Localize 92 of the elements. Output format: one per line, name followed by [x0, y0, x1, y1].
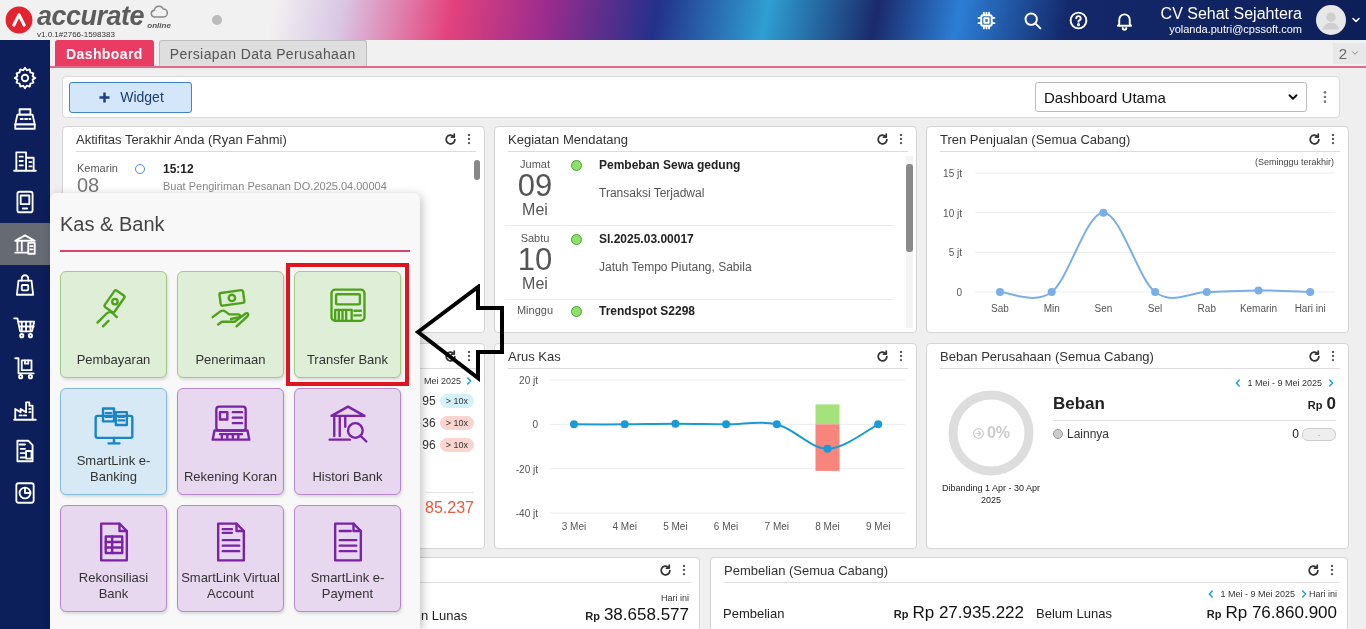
axis-label: 9 Mei: [865, 521, 891, 532]
menu-tile[interactable]: Transfer Bank: [294, 271, 401, 378]
brand-subtext: online: [147, 21, 171, 30]
version-text: v1.0.1#2766-1598383: [37, 29, 116, 39]
axis-label: -40 jt: [515, 508, 538, 519]
date-number: 09: [517, 171, 553, 201]
axis-label: Sen: [1094, 303, 1113, 314]
date-range: 1 Mei - 9 Mei 2025: [1247, 378, 1322, 388]
axis-label: 10 jt: [943, 207, 962, 219]
event-title: SI.2025.03.00017: [599, 232, 695, 246]
add-widget-button[interactable]: Widget: [69, 81, 192, 113]
menu-tile[interactable]: Rekening Koran: [177, 388, 284, 495]
amount-text: 95: [422, 394, 436, 408]
currency-label: Rp: [893, 608, 909, 620]
currency-label: Rp: [585, 610, 600, 622]
menu-tile[interactable]: SmartLink e-Payment: [294, 505, 401, 612]
ratio-badge: > 10x: [439, 416, 474, 430]
expense-amount: 0: [1326, 394, 1336, 414]
menu-tile[interactable]: SmartLink Virtual Account: [177, 505, 284, 612]
axis-label: 15 jt: [943, 168, 962, 179]
axis-label: 7 Mei: [764, 521, 790, 532]
month-label: Mei: [522, 275, 548, 293]
widget-title: Kegiatan Mendatang: [508, 131, 629, 147]
axis-label: Kemarin: [1239, 303, 1278, 314]
axis-label: 5 Mei: [663, 521, 688, 532]
event-subtitle: Transaksi Terjadwal: [599, 186, 706, 200]
ratio-badge: > 10x: [439, 438, 474, 452]
widget-title: Tren Penjualan (Semua Cabang): [940, 131, 1132, 147]
event-title: Pembeban Sewa gedung: [599, 158, 741, 172]
axis-label: Rab: [1197, 303, 1216, 314]
brand-name: accurate: [37, 1, 145, 30]
day-label: Kemarin: [77, 162, 118, 175]
axis-label: 0: [956, 287, 962, 298]
widget-title: Aktifitas Terakhir Anda (Ryan Fahmi): [76, 131, 288, 147]
event-title: Trendspot S2298: [599, 304, 696, 318]
axis-label: 3 Mei: [561, 521, 587, 532]
day-label: Sabtu: [520, 232, 550, 245]
tab-count-button[interactable]: 2: [1332, 42, 1366, 64]
axis-label: 8 Mei: [815, 521, 840, 532]
expense-label: Beban: [1053, 394, 1105, 414]
user-email: yolanda.putri@cpssoft.com: [1169, 22, 1302, 36]
category-label: Lainnya: [1067, 427, 1110, 441]
currency-label: Rp: [1307, 399, 1323, 411]
widget-title: Beban Perusahaan (Semua Cabang): [940, 348, 1155, 364]
period-label: Hari ini: [661, 593, 689, 603]
amount-text: 96: [422, 438, 436, 452]
day-label: Jumat: [520, 158, 550, 171]
stat-amount: Rp 27.935.222: [912, 603, 1024, 623]
date-range: 1 Mei - 9 Mei 2025: [1220, 589, 1295, 599]
axis-label: Hari ini: [1294, 303, 1326, 314]
activity-description: Buat Pengiriman Pesanan DO.2025.04.00004: [163, 180, 387, 192]
day-label: Minggu: [516, 304, 554, 317]
tab[interactable]: Persiapan Data Perusahaan: [158, 40, 367, 66]
period-label: Mei 2025: [423, 376, 461, 386]
menu-tile[interactable]: Pembayaran: [60, 271, 167, 378]
category-amount: 0: [1292, 427, 1299, 441]
tab[interactable]: Dashboard: [55, 40, 154, 66]
stat-amount: 38.658.577: [603, 605, 689, 625]
axis-label: 20 jt: [519, 375, 538, 386]
currency-label: Rp: [1206, 608, 1222, 620]
ratio-badge: > 10x: [439, 394, 474, 408]
menu-tile[interactable]: Penerimaan: [177, 271, 284, 378]
axis-label: Sel: [1147, 303, 1163, 314]
widget-title: Pembelian (Semua Cabang): [724, 562, 890, 578]
month-label: Mei: [522, 201, 548, 219]
company-name: CV Sehat Sejahtera: [1160, 4, 1302, 23]
period-label: (Seminggu terakhir): [1254, 157, 1334, 167]
menu-tile[interactable]: Rekonsiliasi Bank: [60, 505, 167, 612]
axis-label: -20 jt: [515, 463, 538, 475]
stat-label: n Lunas: [421, 608, 468, 623]
axis-label: Min: [1043, 303, 1060, 314]
menu-tile[interactable]: Histori Bank: [294, 388, 401, 495]
axis-label: 4 Mei: [612, 521, 637, 532]
stat-label: Pembelian: [723, 606, 785, 621]
comparison-text: Dibanding 1 Apr - 30 Apr 2025: [941, 482, 1041, 506]
date-number: 10: [517, 245, 553, 275]
menu-title: Kas & Bank: [60, 212, 166, 237]
dashboard-select[interactable]: Dashboard Utama: [1035, 82, 1307, 112]
amount-text: 36: [422, 416, 436, 430]
axis-label: 6 Mei: [713, 521, 739, 532]
menu-tile[interactable]: SmartLink e-Banking: [60, 388, 167, 495]
event-subtitle: Jatuh Tempo Piutang, Sabila: [599, 260, 752, 274]
axis-label: Sab: [991, 303, 1009, 314]
activity-time: 15:12: [163, 162, 195, 176]
widget-title: Arus Kas: [508, 348, 562, 364]
total-amount: 85.237: [425, 492, 474, 517]
date-number: 08: [77, 175, 100, 195]
stat-label: Belum Lunas: [1036, 606, 1112, 621]
period-label: Hari ini: [1309, 589, 1337, 599]
axis-label: 5 jt: [948, 247, 962, 259]
stat-amount: Rp 76.860.900: [1225, 603, 1337, 623]
axis-label: 0: [532, 419, 538, 431]
